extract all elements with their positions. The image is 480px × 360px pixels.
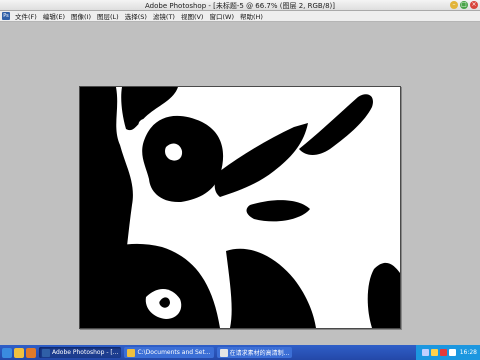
menu-help[interactable]: 帮助(H) bbox=[237, 11, 266, 21]
maximize-button[interactable]: □ bbox=[460, 1, 468, 9]
task-explorer[interactable]: C:\Documents and Set... bbox=[124, 347, 214, 358]
ime-icon[interactable] bbox=[448, 349, 456, 356]
window-title: Adobe Photoshop - [未标题-5 @ 66.7% (图层 2, … bbox=[145, 2, 335, 10]
photoshop-icon[interactable]: Ps bbox=[2, 12, 10, 20]
menu-view[interactable]: 视图(V) bbox=[178, 11, 207, 21]
window-controls: – □ × bbox=[450, 1, 478, 9]
ie-icon[interactable] bbox=[2, 347, 12, 358]
menu-edit[interactable]: 编辑(E) bbox=[40, 11, 68, 21]
window-titlebar: Adobe Photoshop - [未标题-5 @ 66.7% (图层 2, … bbox=[0, 0, 480, 11]
volume-icon[interactable] bbox=[430, 349, 438, 356]
close-button[interactable]: × bbox=[470, 1, 478, 9]
menu-layer[interactable]: 图层(L) bbox=[94, 11, 122, 21]
document-canvas[interactable] bbox=[79, 86, 401, 329]
folder-icon bbox=[127, 348, 136, 357]
canvas-artwork bbox=[80, 87, 400, 328]
menu-select[interactable]: 选择(S) bbox=[122, 11, 150, 21]
photoshop-workspace[interactable] bbox=[0, 22, 480, 345]
menu-window[interactable]: 窗口(W) bbox=[206, 11, 237, 21]
browser-icon bbox=[219, 348, 228, 357]
folder-icon[interactable] bbox=[14, 347, 24, 358]
system-tray: 16:28 bbox=[416, 345, 480, 360]
task-browser[interactable]: 在请求素材的高清制... bbox=[216, 347, 293, 358]
task-photoshop[interactable]: Adobe Photoshop - [... bbox=[39, 347, 122, 358]
minimize-button[interactable]: – bbox=[450, 1, 458, 9]
network-icon[interactable] bbox=[421, 349, 429, 356]
taskbar-clock: 16:28 bbox=[459, 349, 477, 356]
windows-taskbar: Adobe Photoshop - [... C:\Documents and … bbox=[0, 345, 480, 360]
menu-bar: Ps 文件(F) 编辑(E) 图像(I) 图层(L) 选择(S) 滤镜(T) 视… bbox=[0, 11, 480, 22]
photoshop-icon bbox=[42, 348, 50, 357]
quick-launch bbox=[2, 347, 36, 358]
task-label: Adobe Photoshop - [... bbox=[52, 349, 119, 356]
task-label: 在请求素材的高清制... bbox=[229, 350, 290, 357]
menu-image[interactable]: 图像(I) bbox=[68, 11, 94, 21]
task-label: C:\Documents and Set... bbox=[137, 349, 211, 356]
antivirus-icon[interactable] bbox=[439, 349, 447, 356]
menu-file[interactable]: 文件(F) bbox=[12, 11, 40, 21]
media-icon[interactable] bbox=[26, 347, 36, 358]
menu-filter[interactable]: 滤镜(T) bbox=[150, 11, 178, 21]
